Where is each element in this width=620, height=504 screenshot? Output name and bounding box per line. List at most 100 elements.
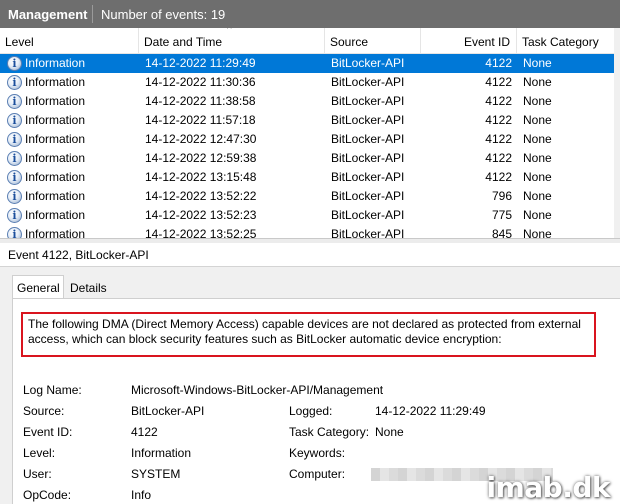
log-name-title: Management — [8, 6, 88, 22]
value-level: Information — [131, 446, 192, 460]
event-row[interactable]: i Information 14-12-2022 11:57:18 BitLocker… — [0, 111, 614, 130]
information-icon: i — [7, 56, 22, 71]
information-icon: i — [7, 151, 22, 166]
event-date-time: 14-12-2022 13:52:25 — [145, 227, 257, 238]
event-source: BitLocker-API — [331, 189, 405, 203]
label-computer: Computer: — [289, 467, 346, 481]
event-level: Information — [25, 189, 86, 203]
value-event-id: 4122 — [131, 425, 158, 439]
event-task-category: None — [523, 170, 552, 184]
event-source: BitLocker-API — [331, 170, 405, 184]
value-log-name: Microsoft-Windows-BitLocker-API/Manageme… — [131, 383, 384, 397]
event-id: 4122 — [485, 132, 512, 146]
value-task-category: None — [375, 425, 404, 439]
event-id: 775 — [491, 208, 512, 222]
label-level: Level: — [23, 446, 56, 460]
information-icon: i — [7, 189, 22, 204]
label-user: User: — [23, 467, 52, 481]
information-icon: i — [7, 208, 22, 223]
label-opcode: OpCode: — [23, 488, 72, 502]
event-date-time: 14-12-2022 11:38:58 — [145, 94, 256, 108]
vertical-scrollbar[interactable] — [614, 28, 620, 238]
event-row[interactable]: i Information 14-12-2022 11:30:36 BitLocker… — [0, 73, 614, 92]
event-id: 845 — [491, 227, 512, 238]
event-details-title: Event 4122, BitLocker-API — [0, 243, 620, 267]
event-level: Information — [25, 94, 86, 108]
label-log-name: Log Name: — [23, 383, 82, 397]
event-task-category: None — [523, 132, 552, 146]
event-level: Information — [25, 132, 86, 146]
header-divider — [92, 5, 93, 23]
event-date-time: 14-12-2022 13:52:23 — [145, 208, 257, 222]
event-id: 4122 — [485, 56, 512, 70]
event-source: BitLocker-API — [331, 227, 405, 238]
event-row[interactable]: i Information 14-12-2022 12:59:38 BitLocker… — [0, 149, 614, 168]
event-level: Information — [25, 227, 86, 238]
event-source: BitLocker-API — [331, 208, 405, 222]
label-keywords: Keywords: — [289, 446, 346, 460]
event-task-category: None — [523, 113, 552, 127]
column-header-level[interactable]: Level — [0, 28, 139, 54]
event-row[interactable]: i Information 14-12-2022 13:52:22 BitLocker… — [0, 187, 614, 206]
event-level: Information — [25, 75, 86, 89]
highlight-annotation-box — [21, 312, 596, 357]
event-date-time: 14-12-2022 13:52:22 — [145, 189, 257, 203]
column-header-date-time-label: Date and Time — [144, 35, 223, 49]
column-header-task-category[interactable]: Task Category — [517, 28, 620, 54]
event-row[interactable]: i Information 14-12-2022 12:47:30 BitLocker… — [0, 130, 614, 149]
value-user: SYSTEM — [131, 467, 181, 481]
event-row[interactable]: i Information 14-12-2022 13:52:25 BitLocker… — [0, 225, 614, 238]
event-id: 4122 — [485, 151, 512, 165]
event-level: Information — [25, 113, 86, 127]
event-level: Information — [25, 170, 86, 184]
event-id: 4122 — [485, 94, 512, 108]
information-icon: i — [7, 227, 22, 238]
event-date-time: 14-12-2022 12:59:38 — [145, 151, 257, 165]
information-icon: i — [7, 94, 22, 109]
grid-header: Level Date and Time Source Event ID Task… — [0, 28, 620, 54]
event-source: BitLocker-API — [331, 151, 405, 165]
event-row[interactable]: i Information 14-12-2022 11:38:58 BitLocker… — [0, 92, 614, 111]
label-event-id: Event ID: — [23, 425, 73, 439]
event-source: BitLocker-API — [331, 75, 405, 89]
label-task-category: Task Category: — [289, 425, 370, 439]
information-icon: i — [7, 113, 22, 128]
event-id: 796 — [491, 189, 512, 203]
event-row[interactable]: i Information 14-12-2022 11:29:49 BitLocker… — [0, 54, 614, 73]
event-level: Information — [25, 151, 86, 165]
event-date-time: 14-12-2022 11:30:36 — [145, 75, 256, 89]
event-date-time: 14-12-2022 12:47:30 — [145, 132, 257, 146]
events-grid: Level Date and Time Source Event ID Task… — [0, 28, 620, 238]
column-header-source[interactable]: Source — [325, 28, 421, 54]
event-source: BitLocker-API — [331, 56, 405, 70]
information-icon: i — [7, 75, 22, 90]
event-task-category: None — [523, 151, 552, 165]
event-row[interactable]: i Information 14-12-2022 13:52:23 BitLocker… — [0, 206, 614, 225]
label-source: Source: — [23, 404, 65, 418]
value-source: BitLocker-API — [131, 404, 205, 418]
event-date-time: 14-12-2022 11:57:18 — [145, 113, 256, 127]
event-level: Information — [25, 208, 86, 222]
column-header-date-time[interactable]: Date and Time — [139, 28, 325, 54]
event-task-category: None — [523, 56, 552, 70]
column-header-event-id[interactable]: Event ID — [421, 28, 517, 54]
watermark-logo: imab.dk — [486, 471, 610, 504]
event-source: BitLocker-API — [331, 132, 405, 146]
event-task-category: None — [523, 75, 552, 89]
value-opcode: Info — [131, 488, 152, 502]
value-logged: 14-12-2022 11:29:49 — [375, 404, 486, 418]
tab-general[interactable]: General — [12, 275, 64, 299]
event-task-category: None — [523, 208, 552, 222]
event-count: Number of events: 19 — [101, 6, 226, 22]
event-source: BitLocker-API — [331, 113, 405, 127]
label-logged: Logged: — [289, 404, 333, 418]
event-task-category: None — [523, 227, 552, 238]
event-date-time: 14-12-2022 11:29:49 — [145, 56, 256, 70]
event-id: 4122 — [485, 75, 512, 89]
event-row[interactable]: i Information 14-12-2022 13:15:48 BitLocker… — [0, 168, 614, 187]
log-header-bar: Management Number of events: 19 — [0, 0, 620, 28]
tab-details[interactable]: Details — [66, 277, 108, 299]
event-level: Information — [25, 56, 86, 70]
information-icon: i — [7, 170, 22, 185]
event-date-time: 14-12-2022 13:15:48 — [145, 170, 257, 184]
